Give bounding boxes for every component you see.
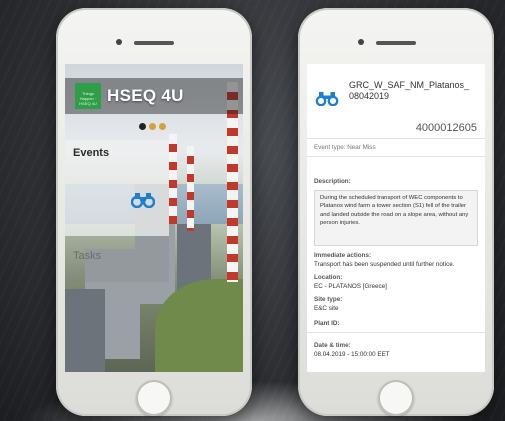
home-button[interactable] [378, 380, 414, 416]
earpiece-speaker [376, 41, 416, 45]
date-time-value: 08.04.2019 - 15:00:00 EET [314, 351, 390, 358]
carousel-dot[interactable] [139, 123, 146, 130]
event-detail: GRC_W_SAF_NM_Platanos_08042019 400001260… [307, 64, 485, 372]
home-screen: Things Happen · HSEQ 4U HSEQ 4U Events T… [65, 64, 243, 372]
site-type-label: Site type: [314, 296, 343, 303]
event-detail-screen: GRC_W_SAF_NM_Platanos_08042019 400001260… [307, 64, 485, 372]
app-header: Things Happen · HSEQ 4U HSEQ 4U [65, 78, 243, 114]
phone-left: Things Happen · HSEQ 4U HSEQ 4U Events T… [56, 8, 252, 416]
carousel-indicator[interactable] [139, 123, 166, 130]
carousel-dot[interactable] [149, 123, 156, 130]
event-id: GRC_W_SAF_NM_Platanos_08042019 [349, 80, 470, 101]
events-tile-label: Events [73, 147, 110, 159]
description-box: During the scheduled transport of WEC co… [314, 190, 478, 246]
front-camera [358, 39, 364, 45]
divider [307, 138, 485, 139]
earpiece-speaker [134, 41, 174, 45]
events-tile[interactable]: Events [65, 140, 169, 236]
home-button[interactable] [136, 380, 172, 416]
event-number: 4000012605 [415, 122, 477, 134]
app-logo: Things Happen · HSEQ 4U [75, 83, 101, 109]
tasks-tile-label: Tasks [73, 250, 102, 262]
immediate-actions-label: Immediate actions: [314, 252, 372, 259]
chimney-stack [169, 134, 177, 224]
binoculars-icon [315, 92, 339, 106]
plant-id-label: Plant ID: [314, 320, 340, 327]
divider [307, 156, 485, 157]
carousel-dot[interactable] [159, 123, 166, 130]
immediate-actions-value: Transport has been suspended until furth… [314, 261, 455, 268]
phone-right: GRC_W_SAF_NM_Platanos_08042019 400001260… [298, 8, 494, 416]
event-type: Event type: Near Miss [314, 144, 376, 151]
site-type-value: E&C site [314, 305, 339, 312]
tasks-tile[interactable]: Tasks [65, 236, 169, 282]
app-title: HSEQ 4U [107, 86, 184, 105]
chimney-stack [187, 146, 194, 231]
front-camera [116, 39, 122, 45]
description-label: Description: [314, 178, 351, 185]
divider [307, 332, 485, 333]
location-value: EC - PLATANOS [Greece] [314, 283, 387, 290]
binoculars-icon [131, 193, 155, 208]
date-time-label: Date & time: [314, 342, 351, 349]
location-label: Location: [314, 274, 343, 281]
